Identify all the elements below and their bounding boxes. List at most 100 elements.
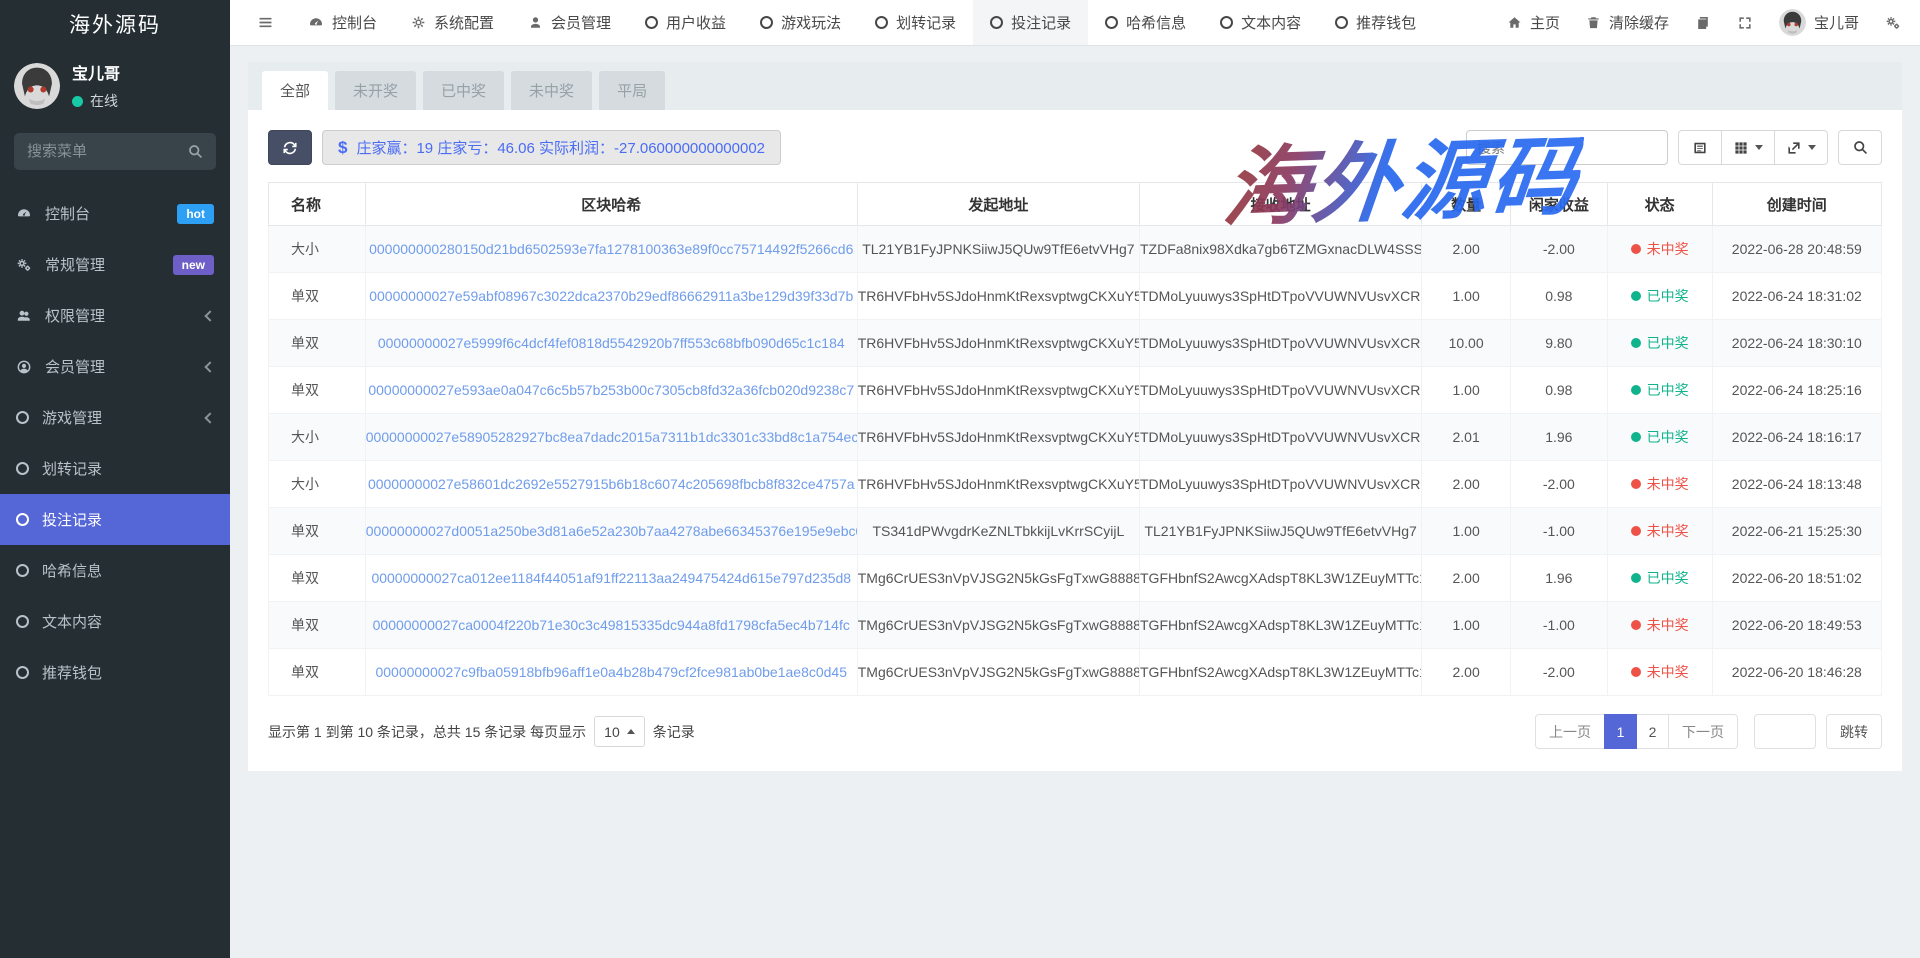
home-button[interactable]: 主页 xyxy=(1494,0,1573,45)
nav-item-transfers[interactable]: 划转记录 xyxy=(858,0,973,45)
nav-item-user-profit[interactable]: 用户收益 xyxy=(628,0,743,45)
col-header-created-time: 创建时间 xyxy=(1712,183,1881,226)
detail-view-button[interactable] xyxy=(1678,130,1722,165)
table-row: 大小 000000000280150d21bd6502593e7fa127810… xyxy=(269,226,1882,273)
bets-panel: $ 庄家赢：19 庄家亏：46.06 实际利润：-27.060000000000… xyxy=(248,110,1902,771)
nav-item-members[interactable]: 会员管理 xyxy=(511,0,628,45)
avatar xyxy=(1779,9,1806,36)
nav-item-hash-info[interactable]: 哈希信息 xyxy=(1088,0,1203,45)
top-navbar: 控制台 系统配置 会员管理 用户收益 游戏玩法 划转记录 投注记录 哈希信息 文… xyxy=(230,0,1920,46)
sidebar-search xyxy=(14,133,216,170)
sidebar-item-general[interactable]: 常规管理 new xyxy=(0,239,230,290)
block-hash-link[interactable]: 00000000027d0051a250be3d81a6e52a230b7aa4… xyxy=(366,523,857,539)
caret-down-icon xyxy=(1755,145,1763,150)
chevron-left-icon xyxy=(204,361,215,372)
page-size-dropdown[interactable]: 10 xyxy=(594,716,645,747)
hamburger-icon xyxy=(257,14,274,31)
sidebar-menu: 控制台 hot 常规管理 new 权限管理 会员管理 游戏管理 xyxy=(0,188,230,958)
export-icon xyxy=(1786,140,1802,156)
status-dot-icon xyxy=(1631,526,1641,536)
col-header-player-profit: 闲家收益 xyxy=(1510,183,1607,226)
table-row: 单双 00000000027c9fba05918bfb96aff1e0a4b28… xyxy=(269,649,1882,696)
block-hash-link[interactable]: 00000000027e58601dc2692e5527915b6b18c607… xyxy=(368,476,855,492)
circle-icon xyxy=(875,16,888,29)
nav-item-referral-wallet[interactable]: 推荐钱包 xyxy=(1318,0,1433,45)
pagination: 上一页 1 2 下一页 跳转 xyxy=(1535,714,1882,749)
page-button-1[interactable]: 1 xyxy=(1604,714,1637,749)
fullscreen-button[interactable] xyxy=(1724,0,1766,45)
clear-cache-button[interactable]: 清除缓存 xyxy=(1573,0,1682,45)
sidebar-item-games[interactable]: 游戏管理 xyxy=(0,392,230,443)
sidebar-toggle-button[interactable] xyxy=(240,0,291,45)
users-icon xyxy=(16,308,32,324)
block-hash-link[interactable]: 00000000027e593ae0a047c6c5b57b253b00c730… xyxy=(368,382,854,398)
tab-won[interactable]: 已中奖 xyxy=(423,71,504,110)
status-dot-icon xyxy=(1631,244,1641,254)
search-button[interactable] xyxy=(1838,130,1882,165)
status-dot-icon xyxy=(1631,573,1641,583)
list-icon xyxy=(1692,140,1708,156)
settings-button[interactable] xyxy=(1872,0,1914,45)
circle-icon xyxy=(1335,16,1348,29)
sidebar-search-input[interactable] xyxy=(14,133,216,170)
language-button[interactable] xyxy=(1682,0,1724,45)
jump-button[interactable]: 跳转 xyxy=(1826,714,1882,749)
nav-item-bets[interactable]: 投注记录 xyxy=(973,0,1088,45)
gears-icon xyxy=(1885,15,1901,31)
caret-up-icon xyxy=(627,729,635,734)
status-cell: 未中奖 xyxy=(1607,461,1712,508)
status-dot-icon xyxy=(1631,291,1641,301)
sidebar-item-permissions[interactable]: 权限管理 xyxy=(0,290,230,341)
status-cell: 未中奖 xyxy=(1607,602,1712,649)
refresh-button[interactable] xyxy=(268,130,312,165)
sidebar-item-transfers[interactable]: 划转记录 xyxy=(0,443,230,494)
table-row: 大小 00000000027e58905282927bc8ea7dadc2015… xyxy=(269,414,1882,461)
block-hash-link[interactable]: 00000000027e58905282927bc8ea7dadc2015a73… xyxy=(366,429,857,445)
block-hash-link[interactable]: 00000000027ca012ee1184f44051af91ff22113a… xyxy=(371,570,851,586)
dollar-icon: $ xyxy=(338,138,347,158)
block-hash-link[interactable]: 00000000027e59abf08967c3022dca2370b29edf… xyxy=(369,288,853,304)
sidebar-item-members[interactable]: 会员管理 xyxy=(0,341,230,392)
status-dot-icon xyxy=(1631,667,1641,677)
block-hash-link[interactable]: 00000000027e5999f6c4dcf4fef0818d5542920b… xyxy=(378,335,845,351)
sidebar-item-text-content[interactable]: 文本内容 xyxy=(0,596,230,647)
table-row: 单双 00000000027d0051a250be3d81a6e52a230b7… xyxy=(269,508,1882,555)
prev-page-button[interactable]: 上一页 xyxy=(1535,714,1605,749)
sidebar-item-bets[interactable]: 投注记录 xyxy=(0,494,230,545)
sidebar-item-referral-wallet[interactable]: 推荐钱包 xyxy=(0,647,230,698)
table-header-row: 名称 区块哈希 发起地址 接收地址 数量 闲家收益 状态 创建时间 xyxy=(269,183,1882,226)
table-search-input[interactable] xyxy=(1466,130,1668,165)
refresh-icon xyxy=(282,140,298,156)
nav-item-game-rules[interactable]: 游戏玩法 xyxy=(743,0,858,45)
nav-item-system-config[interactable]: 系统配置 xyxy=(394,0,511,45)
next-page-button[interactable]: 下一页 xyxy=(1668,714,1738,749)
jump-page-input[interactable] xyxy=(1754,714,1816,749)
sidebar-user-status: 在线 xyxy=(72,91,120,111)
chevron-left-icon xyxy=(204,412,215,423)
nav-item-console[interactable]: 控制台 xyxy=(291,0,394,45)
status-dot-icon xyxy=(1631,338,1641,348)
page-button-2[interactable]: 2 xyxy=(1636,714,1669,749)
nav-item-text-content[interactable]: 文本内容 xyxy=(1203,0,1318,45)
sidebar-item-hash-info[interactable]: 哈希信息 xyxy=(0,545,230,596)
sidebar-item-console[interactable]: 控制台 hot xyxy=(0,188,230,239)
tab-all[interactable]: 全部 xyxy=(262,71,328,110)
table-toolbar: $ 庄家赢：19 庄家亏：46.06 实际利润：-27.060000000000… xyxy=(268,130,1882,165)
block-hash-link[interactable]: 00000000027ca0004f220b71e30c3c49815335dc… xyxy=(373,617,850,633)
tab-lost[interactable]: 未中奖 xyxy=(511,71,592,110)
export-button[interactable] xyxy=(1775,130,1828,165)
chevron-left-icon xyxy=(204,310,215,321)
online-dot-icon xyxy=(72,96,83,107)
user-icon xyxy=(528,15,543,30)
block-hash-link[interactable]: 000000000280150d21bd6502593e7fa127810036… xyxy=(369,241,853,257)
block-hash-link[interactable]: 00000000027c9fba05918bfb96aff1e0a4b28b47… xyxy=(375,664,847,680)
profit-summary-alert: $ 庄家赢：19 庄家亏：46.06 实际利润：-27.060000000000… xyxy=(322,130,781,165)
tab-draw[interactable]: 平局 xyxy=(599,71,665,110)
trash-icon xyxy=(1586,15,1601,30)
sidebar-user-name: 宝儿哥 xyxy=(72,60,120,84)
columns-button[interactable] xyxy=(1722,130,1775,165)
user-menu[interactable]: 宝儿哥 xyxy=(1766,0,1872,45)
circle-icon xyxy=(16,411,29,424)
circle-icon xyxy=(990,16,1003,29)
tab-undrawn[interactable]: 未开奖 xyxy=(335,71,416,110)
